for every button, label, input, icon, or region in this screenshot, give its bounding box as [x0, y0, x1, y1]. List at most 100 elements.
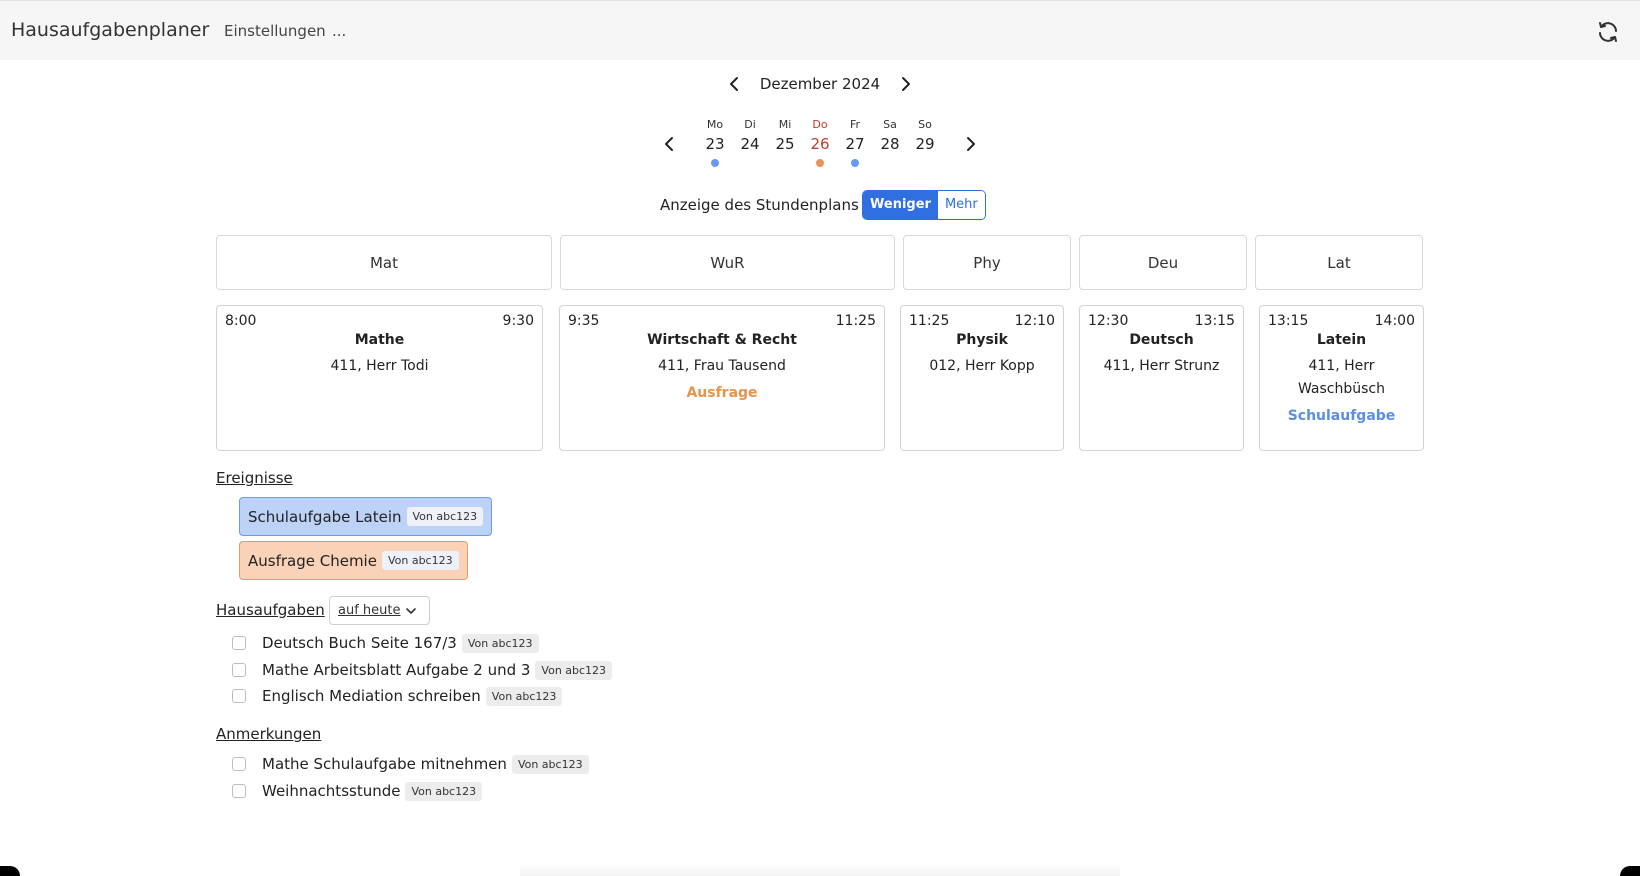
- events-heading: Ereignisse: [216, 469, 293, 487]
- day-date: 27: [845, 135, 865, 153]
- homework-item: Englisch Mediation schreiben Von abc123: [232, 685, 563, 707]
- day-date: 26: [810, 135, 830, 153]
- day-sa[interactable]: Sa 28: [873, 118, 907, 153]
- chevron-down-icon: [406, 608, 416, 614]
- author-badge: Von abc123: [461, 633, 539, 653]
- note-item: Mathe Schulaufgabe mitnehmen Von abc123: [232, 753, 589, 775]
- author-badge: Von abc123: [381, 551, 459, 570]
- homework-checkbox[interactable]: [232, 689, 246, 703]
- day-di[interactable]: Di 24: [733, 118, 767, 153]
- lesson-card-wirtschaft[interactable]: 9:35 11:25 Wirtschaft & Recht 411, Frau …: [559, 305, 885, 451]
- day-name: Fr: [849, 118, 861, 131]
- lesson-end: 11:25: [835, 313, 876, 329]
- day-name: Sa: [883, 118, 897, 131]
- homework-heading: Hausaufgaben: [216, 601, 325, 619]
- homework-item: Mathe Arbeitsblatt Aufgabe 2 und 3 Von a…: [232, 659, 613, 681]
- lesson-room: 411, Herr Todi: [330, 358, 429, 374]
- timetable-label: Anzeige des Stundenplans: [660, 196, 859, 214]
- subject-header-mat[interactable]: Mat: [216, 235, 552, 290]
- notes-heading: Anmerkungen: [216, 725, 322, 743]
- lesson-name: Physik: [956, 332, 1008, 348]
- homework-item: Deutsch Buch Seite 167/3 Von abc123: [232, 632, 539, 654]
- filter-value: auf heute: [338, 603, 401, 618]
- timetable-toggle: Weniger Mehr: [862, 190, 986, 220]
- author-badge: Von abc123: [406, 507, 484, 526]
- timetable-toggle-row: Anzeige des Stundenplans Weniger Mehr: [0, 190, 1640, 220]
- lesson-tag-quiz: Ausfrage: [686, 385, 758, 401]
- day-name: Mo: [706, 118, 724, 131]
- lesson-tag-exam: Schulaufgabe: [1287, 408, 1396, 424]
- author-badge: Von abc123: [485, 686, 563, 706]
- homework-checkbox[interactable]: [232, 636, 246, 650]
- author-badge: Von abc123: [405, 781, 483, 801]
- lesson-name: Latein: [1316, 332, 1367, 348]
- subject-header-phy[interactable]: Phy: [903, 235, 1071, 290]
- day-date: 28: [880, 135, 900, 153]
- lesson-name: Wirtschaft & Recht: [647, 332, 797, 348]
- nav-more-link[interactable]: ...: [332, 22, 346, 40]
- event-dot: [816, 159, 824, 167]
- lesson-end: 13:15: [1194, 313, 1235, 329]
- day-name: Do: [812, 118, 828, 131]
- app-title[interactable]: Hausaufgabenplaner: [11, 19, 209, 41]
- note-item: Weihnachtsstunde Von abc123: [232, 780, 483, 802]
- bottom-shadow: [520, 864, 1120, 876]
- day-name: So: [918, 118, 932, 131]
- subject-header-wur[interactable]: WuR: [560, 235, 895, 290]
- event-dot: [711, 159, 719, 167]
- day-date: 25: [775, 135, 795, 153]
- day-do-today[interactable]: Do 26: [803, 118, 837, 167]
- month-navigation: Dezember 2024: [0, 72, 1640, 98]
- navbar: Hausaufgabenplaner Einstellungen ...: [0, 0, 1640, 60]
- lesson-start: 11:25: [909, 313, 950, 329]
- lesson-card-latein[interactable]: 13:15 14:00 Latein 411, Herr Waschbüsch …: [1259, 305, 1424, 451]
- note-checkbox[interactable]: [232, 757, 246, 771]
- lesson-end: 14:00: [1374, 313, 1415, 329]
- day-date: 23: [705, 135, 725, 153]
- homework-filter-select[interactable]: auf heute: [329, 596, 430, 625]
- event-item-exam[interactable]: Schulaufgabe Latein Von abc123: [239, 497, 493, 536]
- event-label: Ausfrage Chemie: [248, 551, 377, 570]
- note-label: Mathe Schulaufgabe mitnehmen: [262, 755, 507, 773]
- homework-label: Englisch Mediation schreiben: [262, 687, 481, 705]
- lesson-card-deutsch[interactable]: 12:30 13:15 Deutsch 411, Herr Strunz: [1079, 305, 1244, 451]
- day-so[interactable]: So 29: [908, 118, 942, 153]
- lesson-end: 12:10: [1014, 313, 1055, 329]
- day-date: 24: [740, 135, 760, 153]
- homework-label: Deutsch Buch Seite 167/3: [262, 634, 457, 652]
- lesson-room: 411, Herr Strunz: [1103, 358, 1220, 374]
- lesson-card-mathe[interactable]: 8:00 9:30 Mathe 411, Herr Todi: [216, 305, 543, 451]
- lesson-card-physik[interactable]: 11:25 12:10 Physik 012, Herr Kopp: [900, 305, 1064, 451]
- lesson-start: 12:30: [1088, 313, 1129, 329]
- lesson-name: Mathe: [354, 332, 405, 348]
- lesson-room: 411, Frau Tausend: [658, 358, 786, 374]
- lesson-room: 411, Herr Waschbüsch: [1297, 358, 1385, 397]
- event-item-quiz[interactable]: Ausfrage Chemie Von abc123: [239, 541, 468, 580]
- lesson-start: 8:00: [225, 313, 257, 329]
- toggle-more-button[interactable]: Mehr: [937, 191, 985, 219]
- lesson-start: 13:15: [1268, 313, 1309, 329]
- next-week-chevron-right-icon[interactable]: [961, 132, 981, 156]
- homework-label: Mathe Arbeitsblatt Aufgabe 2 und 3: [262, 661, 531, 679]
- day-fr[interactable]: Fr 27: [838, 118, 872, 167]
- week-strip: Mo 23 Di 24 Mi 25 Do 26 Fr 27 Sa 28 So 2…: [0, 118, 1640, 174]
- homework-checkbox[interactable]: [232, 663, 246, 677]
- subject-header-lat[interactable]: Lat: [1255, 235, 1423, 290]
- lesson-end: 9:30: [502, 313, 534, 329]
- month-label: Dezember 2024: [759, 75, 881, 93]
- day-mi[interactable]: Mi 25: [768, 118, 802, 153]
- next-month-chevron-right-icon[interactable]: [896, 72, 916, 96]
- nav-settings-link[interactable]: Einstellungen: [224, 22, 326, 40]
- toggle-less-button[interactable]: Weniger: [863, 191, 938, 219]
- lesson-start: 9:35: [568, 313, 600, 329]
- lesson-room: 012, Herr Kopp: [929, 358, 1035, 374]
- prev-week-chevron-left-icon[interactable]: [659, 132, 679, 156]
- subject-header-deu[interactable]: Deu: [1079, 235, 1247, 290]
- note-label: Weihnachtsstunde: [262, 782, 401, 800]
- event-dot: [851, 159, 859, 167]
- refresh-icon[interactable]: [1596, 20, 1620, 44]
- note-checkbox[interactable]: [232, 784, 246, 798]
- day-mo[interactable]: Mo 23: [698, 118, 732, 167]
- event-label: Schulaufgabe Latein: [248, 507, 402, 526]
- day-name: Mi: [778, 118, 792, 131]
